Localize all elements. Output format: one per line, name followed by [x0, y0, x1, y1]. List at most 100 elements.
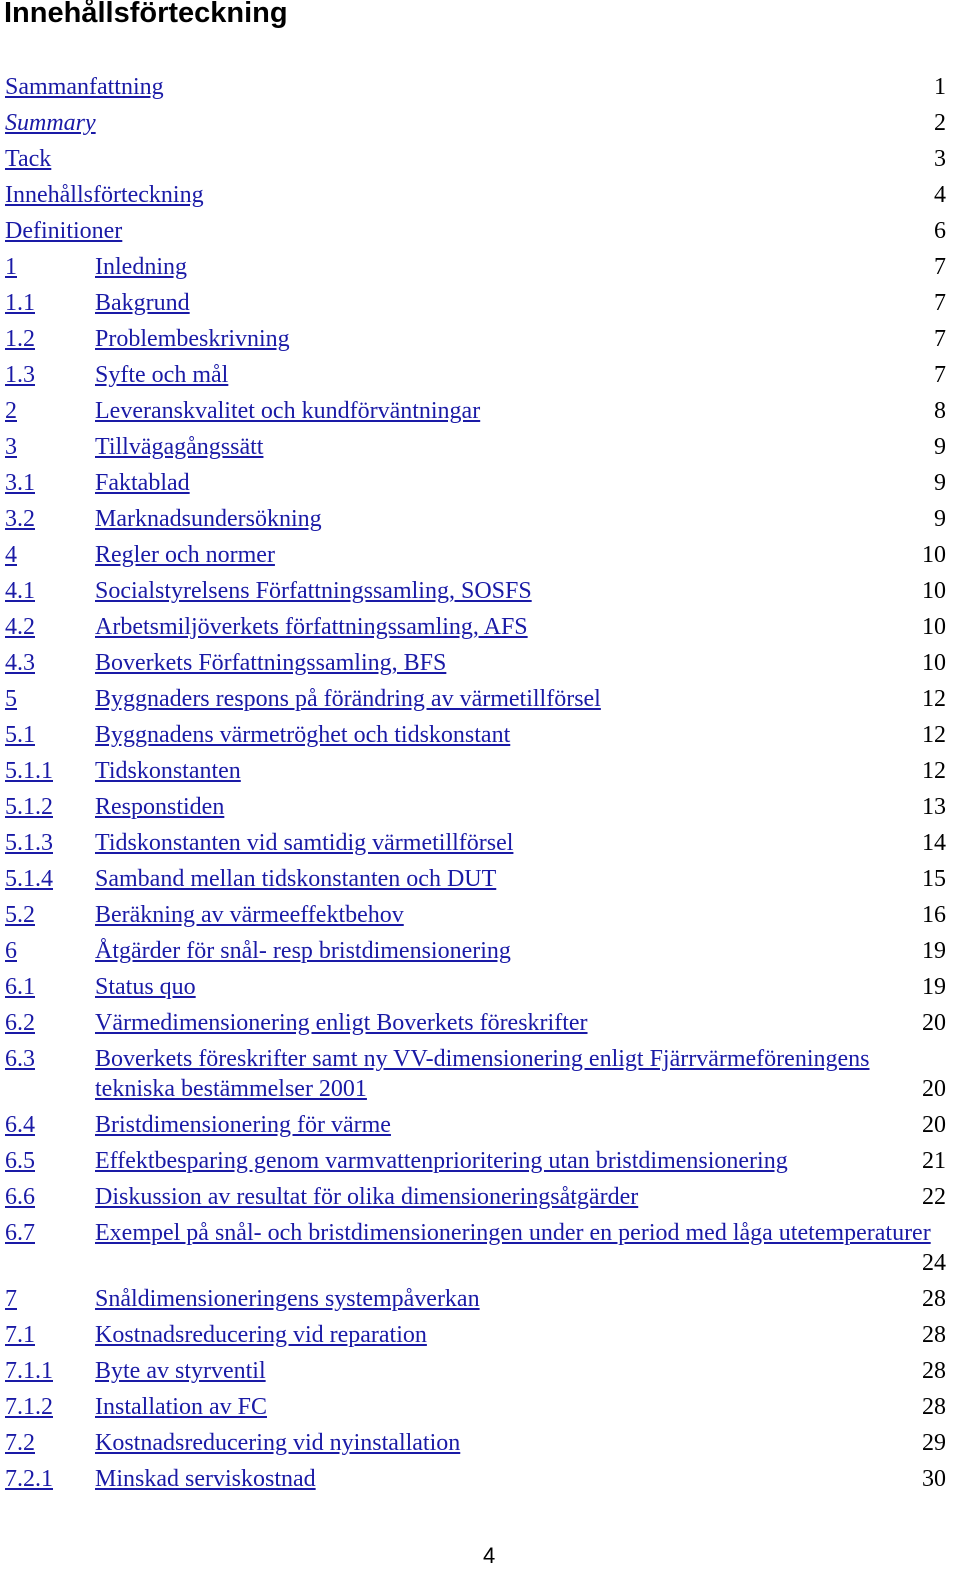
toc-entry-title-link[interactable]: Regler och normer — [95, 540, 935, 570]
toc-entry[interactable]: Summary 2 — [0, 108, 960, 144]
toc-entry-title-link[interactable]: Installation av FC — [95, 1392, 935, 1422]
toc-entry[interactable]: Sammanfattning 1 — [0, 72, 960, 108]
toc-entry-number-link[interactable]: 5 — [5, 684, 17, 714]
toc-entry-title-link[interactable]: Minskad serviskostnad — [95, 1464, 935, 1494]
toc-entry-title-link[interactable]: Beräkning av värmeeffektbehov — [95, 900, 935, 930]
toc-entry-title-link[interactable]: Socialstyrelsens Författningssamling, SO… — [95, 576, 935, 606]
toc-entry[interactable]: 1.1 Bakgrund 7 — [0, 288, 960, 324]
toc-entry[interactable]: 7.1.2 Installation av FC 28 — [0, 1392, 960, 1428]
toc-entry-number-link[interactable]: 4.3 — [5, 648, 35, 678]
toc-entry-number-link[interactable]: 5.1.2 — [5, 792, 53, 822]
toc-entry[interactable]: 5 Byggnaders respons på förändring av vär… — [0, 684, 960, 720]
toc-entry[interactable]: Definitioner 6 — [0, 216, 960, 252]
toc-entry[interactable]: Innehållsförteckning 4 — [0, 180, 960, 216]
toc-entry-title-link[interactable]: Kostnadsreducering vid reparation — [95, 1320, 935, 1350]
toc-entry-number-link[interactable]: 4.1 — [5, 576, 35, 606]
toc-entry-title-link[interactable]: Inledning — [95, 252, 935, 282]
toc-entry-number-link[interactable]: 6.1 — [5, 972, 35, 1002]
toc-entry-title-link[interactable]: Definitioner — [5, 216, 845, 246]
toc-entry[interactable]: 7.1 Kostnadsreducering vid reparation 28 — [0, 1320, 960, 1356]
toc-entry[interactable]: 7.2 Kostnadsreducering vid nyinstallation… — [0, 1428, 960, 1464]
toc-entry-title-link[interactable]: Byte av styrventil — [95, 1356, 935, 1386]
toc-entry[interactable]: 3.2 Marknadsundersökning 9 — [0, 504, 960, 540]
toc-entry[interactable]: 4.1 Socialstyrelsens Författningssamling,… — [0, 576, 960, 612]
toc-entry-number-link[interactable]: 3.1 — [5, 468, 35, 498]
toc-entry[interactable]: 4.3 Boverkets Författningssamling, BFS 10 — [0, 648, 960, 684]
toc-entry-number-link[interactable]: 6.2 — [5, 1008, 35, 1038]
toc-entry-title-link[interactable]: Responstiden — [95, 792, 935, 822]
toc-entry-number-link[interactable]: 7.2 — [5, 1428, 35, 1458]
toc-entry-number-link[interactable]: 1.3 — [5, 360, 35, 390]
toc-entry-number-link[interactable]: 1 — [5, 252, 17, 282]
toc-entry[interactable]: 5.1.3 Tidskonstanten vid samtidig värmeti… — [0, 828, 960, 864]
toc-entry-title-link[interactable]: Byggnadens värmetröghet och tidskonstant — [95, 720, 935, 750]
toc-entry-title-link[interactable]: Värmedimensionering enligt Boverkets för… — [95, 1008, 935, 1038]
toc-entry-number-link[interactable]: 6.6 — [5, 1182, 35, 1212]
toc-entry[interactable]: 2 Leveranskvalitet och kundförväntningar 8 — [0, 396, 960, 432]
toc-entry-number-link[interactable]: 2 — [5, 396, 17, 426]
toc-entry[interactable]: 6.4 Bristdimensionering för värme 20 — [0, 1110, 960, 1146]
toc-entry-number-link[interactable]: 6.3 — [5, 1044, 35, 1074]
toc-entry[interactable]: 5.1 Byggnadens värmetröghet och tidskonst… — [0, 720, 960, 756]
toc-entry[interactable]: 4 Regler och normer 10 — [0, 540, 960, 576]
toc-entry[interactable]: 6 Åtgärder för snål- resp bristdimensione… — [0, 936, 960, 972]
toc-entry[interactable]: 5.1.2 Responstiden 13 — [0, 792, 960, 828]
toc-entry-number-link[interactable]: 4 — [5, 540, 17, 570]
toc-entry-title-link[interactable]: Status quo — [95, 972, 935, 1002]
toc-entry[interactable]: 6.6 Diskussion av resultat för olika dime… — [0, 1182, 960, 1218]
toc-entry-title-link[interactable]: Problembeskrivning — [95, 324, 935, 354]
toc-entry-title-link[interactable]: Boverkets Författningssamling, BFS — [95, 648, 935, 678]
toc-entry-title-link[interactable]: Åtgärder för snål- resp bristdimensioner… — [95, 936, 935, 966]
toc-entry-title-link[interactable]: Bakgrund — [95, 288, 935, 318]
toc-entry-number-link[interactable]: 7.1.1 — [5, 1356, 53, 1386]
toc-entry-number-link[interactable]: 4.2 — [5, 612, 35, 642]
toc-entry-title-link[interactable]: Arbetsmiljöverkets författningssamling, … — [95, 612, 935, 642]
toc-entry[interactable]: Tack 3 — [0, 144, 960, 180]
toc-entry[interactable]: 7.1.1 Byte av styrventil 28 — [0, 1356, 960, 1392]
toc-entry-title-link[interactable]: Innehållsförteckning — [5, 180, 845, 210]
toc-entry-number-link[interactable]: 5.2 — [5, 900, 35, 930]
toc-entry-number-link[interactable]: 6.5 — [5, 1146, 35, 1176]
toc-entry-number-link[interactable]: 5.1.1 — [5, 756, 53, 786]
toc-entry-title-link[interactable]: Boverkets föreskrifter samt ny VV-dimens… — [95, 1044, 935, 1104]
toc-entry[interactable]: 5.1.1 Tidskonstanten 12 — [0, 756, 960, 792]
toc-entry[interactable]: 3.1 Faktablad 9 — [0, 468, 960, 504]
toc-entry-title-link[interactable]: Syfte och mål — [95, 360, 935, 390]
toc-entry-title-link[interactable]: Tillvägagångssätt — [95, 432, 935, 462]
toc-entry[interactable]: 6.2 Värmedimensionering enligt Boverkets … — [0, 1008, 960, 1044]
toc-entry-title-link[interactable]: Sammanfattning — [5, 72, 845, 102]
toc-entry-number-link[interactable]: 7.2.1 — [5, 1464, 53, 1494]
toc-entry[interactable]: 7 Snåldimensioneringens systempåverkan 28 — [0, 1284, 960, 1320]
toc-entry-title-link[interactable]: Summary — [5, 108, 845, 138]
toc-entry-title-link[interactable]: Exempel på snål- och bristdimensionering… — [95, 1218, 935, 1248]
toc-entry-title-link[interactable]: Leveranskvalitet och kundförväntningar — [95, 396, 935, 426]
toc-entry-number-link[interactable]: 6.4 — [5, 1110, 35, 1140]
toc-entry[interactable]: 6.7 Exempel på snål- och bristdimensioner… — [0, 1218, 960, 1284]
toc-entry-number-link[interactable]: 1.2 — [5, 324, 35, 354]
toc-entry-title-link[interactable]: Tidskonstanten — [95, 756, 935, 786]
toc-entry-number-link[interactable]: 6.7 — [5, 1218, 35, 1248]
toc-entry-number-link[interactable]: 3.2 — [5, 504, 35, 534]
toc-entry-number-link[interactable]: 5.1.4 — [5, 864, 53, 894]
toc-entry-title-link[interactable]: Bristdimensionering för värme — [95, 1110, 935, 1140]
toc-entry-number-link[interactable]: 5.1.3 — [5, 828, 53, 858]
toc-entry-title-link[interactable]: Samband mellan tidskonstanten och DUT — [95, 864, 935, 894]
toc-entry[interactable]: 5.2 Beräkning av värmeeffektbehov 16 — [0, 900, 960, 936]
toc-entry[interactable]: 7.2.1 Minskad serviskostnad 30 — [0, 1464, 960, 1500]
toc-entry[interactable]: 1 Inledning 7 — [0, 252, 960, 288]
toc-entry-number-link[interactable]: 7.1.2 — [5, 1392, 53, 1422]
toc-entry-title-link[interactable]: Faktablad — [95, 468, 935, 498]
toc-entry-number-link[interactable]: 7.1 — [5, 1320, 35, 1350]
toc-entry-title-link[interactable]: Effektbesparing genom varmvattenpriorite… — [95, 1146, 935, 1176]
toc-entry-number-link[interactable]: 1.1 — [5, 288, 35, 318]
toc-entry[interactable]: 3 Tillvägagångssätt 9 — [0, 432, 960, 468]
toc-entry-title-link[interactable]: Tack — [5, 144, 845, 174]
toc-entry[interactable]: 6.3 Boverkets föreskrifter samt ny VV-dim… — [0, 1044, 960, 1110]
toc-entry[interactable]: 1.2 Problembeskrivning 7 — [0, 324, 960, 360]
toc-entry-number-link[interactable]: 7 — [5, 1284, 17, 1314]
toc-entry-title-link[interactable]: Byggnaders respons på förändring av värm… — [95, 684, 935, 714]
toc-entry[interactable]: 6.1 Status quo 19 — [0, 972, 960, 1008]
toc-entry-title-link[interactable]: Kostnadsreducering vid nyinstallation — [95, 1428, 935, 1458]
toc-entry[interactable]: 1.3 Syfte och mål 7 — [0, 360, 960, 396]
toc-entry-number-link[interactable]: 3 — [5, 432, 17, 462]
